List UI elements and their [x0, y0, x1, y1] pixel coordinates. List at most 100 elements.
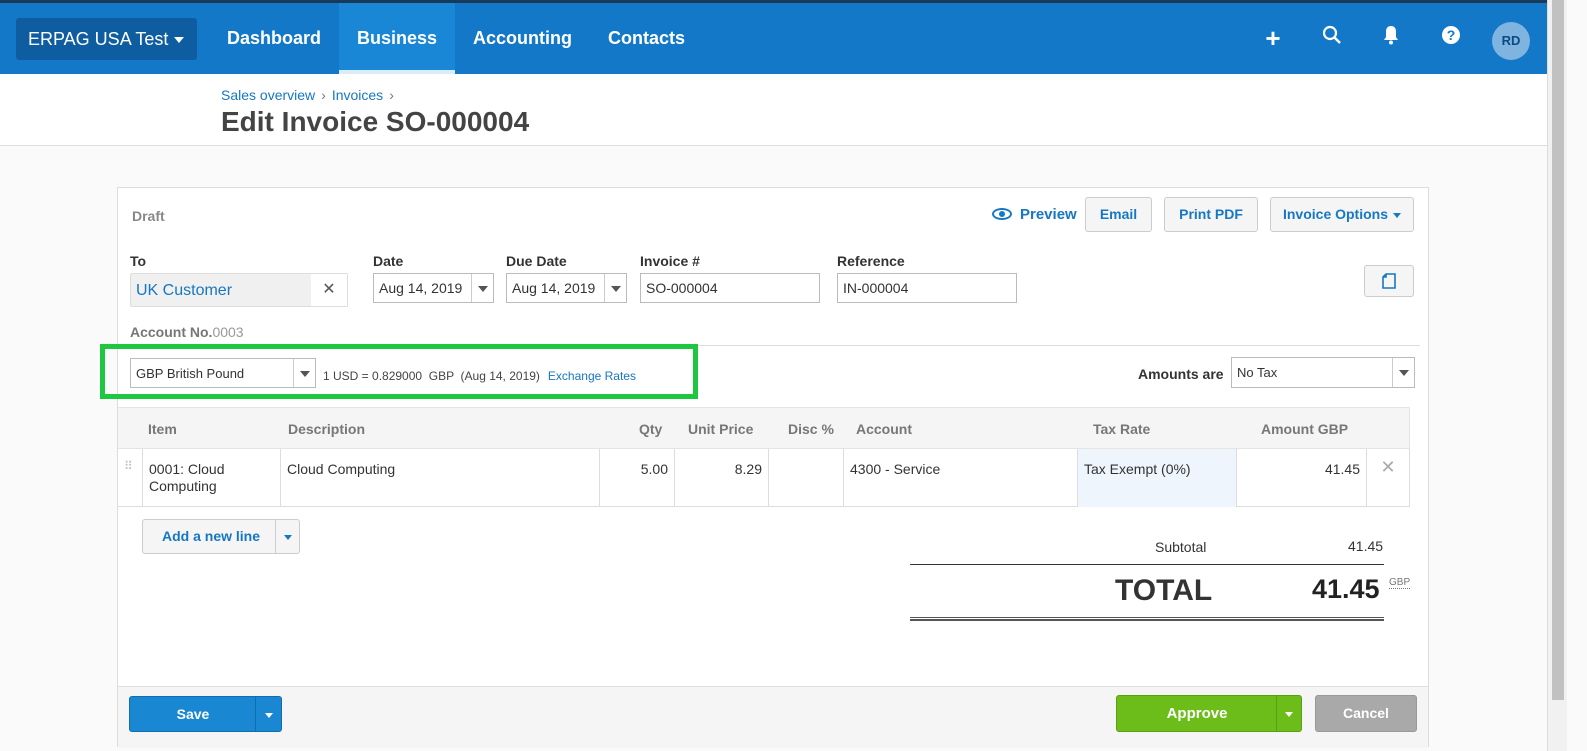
breadcrumb-sales-overview[interactable]: Sales overview: [221, 87, 315, 103]
help-icon[interactable]: ?: [1438, 25, 1464, 51]
cell-account[interactable]: 4300 - Service: [843, 449, 1077, 507]
to-contact-value: UK Customer: [136, 282, 233, 299]
invoice-form-card: Draft Preview Email Print PDF Invoice Op…: [117, 187, 1429, 748]
add-new-line-button[interactable]: Add a new line: [142, 519, 300, 554]
due-date-value: Aug 14, 2019: [512, 280, 596, 296]
table-row: ⠿ 0001: Cloud Computing Cloud Computing …: [118, 449, 1410, 507]
caret-down-icon: [1285, 711, 1293, 717]
caret-down-icon: [264, 712, 273, 718]
subtotal-value: 41.45: [1348, 538, 1384, 554]
save-button[interactable]: Save: [129, 696, 282, 732]
cell-discount[interactable]: [768, 449, 843, 507]
table-header: Item Description Qty Unit Price Disc % A…: [118, 407, 1410, 449]
form-footer: Save Approve Cancel: [118, 686, 1428, 748]
amounts-are-select[interactable]: No Tax: [1231, 357, 1415, 388]
reference-label: Reference: [837, 253, 905, 269]
amounts-are-label: Amounts are: [1138, 366, 1224, 382]
total-double-underline: [910, 617, 1384, 621]
column-header-account: Account: [856, 421, 912, 437]
invoice-options-button[interactable]: Invoice Options: [1270, 197, 1414, 232]
breadcrumb-separator: ›: [389, 87, 394, 103]
caret-down-icon: [174, 37, 185, 44]
breadcrumb-invoices[interactable]: Invoices: [332, 87, 383, 103]
breadcrumb-separator: ›: [321, 87, 326, 103]
page-scrollbar[interactable]: [1547, 0, 1567, 751]
nav-contacts[interactable]: Contacts: [590, 3, 703, 74]
invoice-number-input[interactable]: SO-000004: [640, 273, 820, 303]
totals-divider: [910, 564, 1384, 565]
search-icon[interactable]: [1319, 25, 1345, 51]
breadcrumb: Sales overview › Invoices ›: [221, 87, 400, 103]
svg-text:?: ?: [1447, 27, 1456, 43]
account-number: Account No.0003: [130, 324, 244, 340]
nav-dashboard[interactable]: Dashboard: [209, 3, 339, 74]
top-navigation-bar: ERPAG USA Test Dashboard Business Accoun…: [0, 0, 1547, 74]
scrollbar-thumb[interactable]: [1552, 0, 1564, 700]
total-currency: GBP: [1389, 577, 1411, 589]
to-label: To: [130, 253, 147, 269]
due-date-label: Due Date: [506, 253, 567, 269]
column-header-amount: Amount GBP: [1261, 421, 1349, 437]
date-value: Aug 14, 2019: [379, 280, 463, 296]
cell-item[interactable]: 0001: Cloud Computing: [142, 449, 280, 507]
account-number-label: Account No.: [130, 324, 213, 340]
highlight-box: [100, 344, 698, 399]
column-header-description: Description: [288, 421, 366, 437]
delete-row-icon[interactable]: ✕: [1366, 449, 1410, 507]
print-pdf-button[interactable]: Print PDF: [1164, 197, 1258, 232]
approve-dropdown-icon[interactable]: [1276, 696, 1301, 731]
due-date-dropdown-icon[interactable]: [604, 274, 626, 302]
to-contact-field[interactable]: UK Customer ✕: [130, 273, 348, 307]
clear-contact-icon[interactable]: ✕: [311, 274, 347, 306]
column-header-item: Item: [148, 421, 177, 437]
cell-description[interactable]: Cloud Computing: [280, 449, 599, 507]
amounts-dropdown-icon[interactable]: [1392, 358, 1414, 387]
notifications-bell-icon[interactable]: [1378, 25, 1404, 51]
save-dropdown-icon[interactable]: [255, 697, 281, 731]
status-label: Draft: [132, 208, 165, 224]
column-header-discount: Disc %: [788, 421, 834, 437]
add-line-dropdown-icon[interactable]: [275, 520, 299, 553]
save-label: Save: [176, 706, 210, 722]
preview-button[interactable]: Preview: [992, 205, 1077, 225]
nav-business[interactable]: Business: [339, 3, 455, 74]
due-date-field[interactable]: Aug 14, 2019: [506, 273, 627, 303]
total-label: TOTAL: [1115, 574, 1213, 607]
date-label: Date: [373, 253, 404, 269]
cell-qty[interactable]: 5.00: [599, 449, 674, 507]
date-dropdown-icon[interactable]: [471, 274, 493, 302]
cancel-button[interactable]: Cancel: [1315, 695, 1417, 732]
caret-down-icon: [1393, 212, 1401, 218]
organization-switcher[interactable]: ERPAG USA Test: [16, 18, 197, 60]
subtotal-label: Subtotal: [1155, 539, 1207, 555]
column-header-qty: Qty: [639, 421, 663, 437]
organization-name: ERPAG USA Test: [28, 29, 169, 49]
approve-label: Approve: [1166, 705, 1228, 722]
date-field[interactable]: Aug 14, 2019: [373, 273, 494, 303]
add-icon[interactable]: +: [1260, 25, 1286, 51]
reference-input[interactable]: IN-000004: [837, 273, 1017, 303]
caret-down-icon: [283, 534, 292, 540]
document-icon: [1382, 273, 1396, 289]
page-title: Edit Invoice SO-000004: [221, 106, 530, 137]
cell-amount[interactable]: 41.45: [1236, 449, 1366, 507]
approve-button[interactable]: Approve: [1116, 695, 1302, 732]
amounts-are-value: No Tax: [1237, 365, 1278, 380]
cell-tax-rate[interactable]: Tax Exempt (0%): [1077, 449, 1236, 507]
invoice-number-label: Invoice #: [640, 253, 700, 269]
column-header-tax-rate: Tax Rate: [1093, 421, 1151, 437]
email-button[interactable]: Email: [1085, 197, 1152, 232]
attachment-button[interactable]: [1364, 265, 1414, 297]
user-avatar[interactable]: RD: [1492, 22, 1530, 60]
preview-label: Preview: [1020, 206, 1077, 223]
page-header: Sales overview › Invoices › Edit Invoice SO…: [0, 74, 1547, 146]
invoice-options-label: Invoice Options: [1282, 206, 1388, 222]
add-new-line-label: Add a new line: [162, 528, 261, 544]
eye-icon: [992, 208, 1012, 220]
drag-handle-icon[interactable]: ⠿: [124, 460, 134, 472]
total-value: 41.45: [1312, 574, 1380, 604]
cell-unit-price[interactable]: 8.29: [674, 449, 768, 507]
account-number-value: 0003: [212, 324, 244, 340]
nav-accounting[interactable]: Accounting: [455, 3, 590, 74]
column-header-unit-price: Unit Price: [688, 421, 754, 437]
